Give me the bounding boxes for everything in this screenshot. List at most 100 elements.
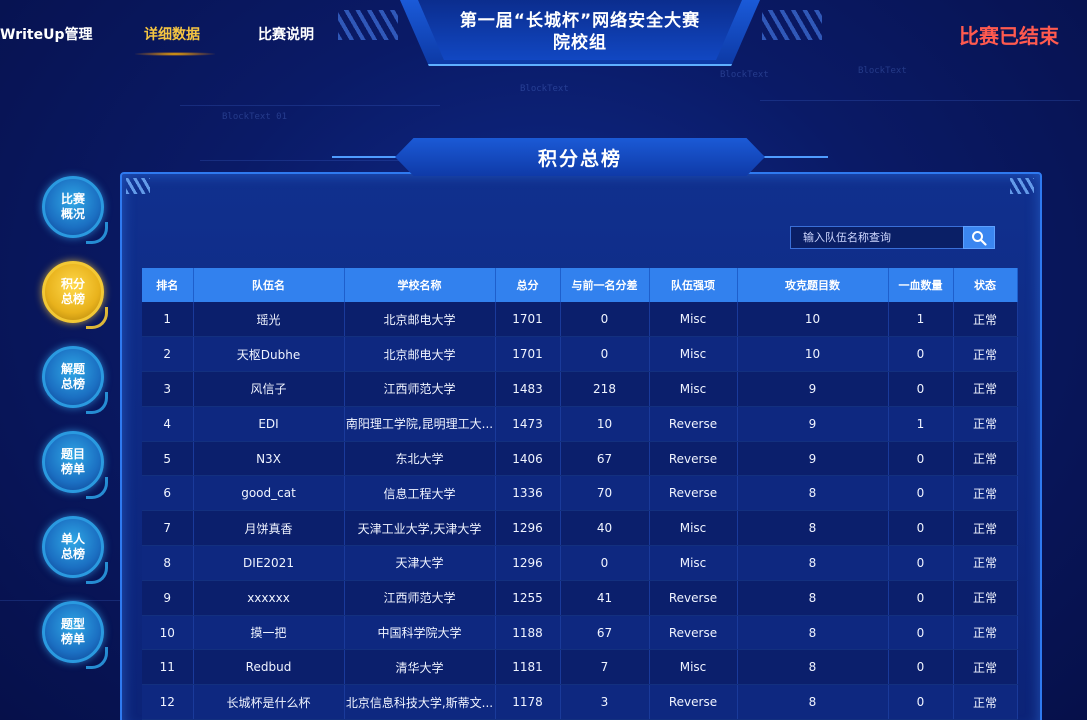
table-row[interactable]: 1 瑶光 北京邮电大学 1701 0 Misc 10 1 正常 (142, 302, 1018, 338)
table-header-col-status: 状态 (953, 268, 1018, 302)
table-row[interactable]: 7 月饼真香 天津工业大学,天津大学 1296 40 Misc 8 0 正常 (142, 510, 1018, 547)
table-cell-first-blood: 0 (888, 371, 954, 407)
table-cell-strength: Reverse (649, 684, 738, 720)
table-cell-score: 1255 (495, 580, 561, 616)
sidebar-item-label: 比赛概况 (60, 192, 85, 221)
table-cell-team: 月饼真香 (193, 510, 345, 547)
table-cell-rank: 3 (142, 371, 194, 407)
table-row[interactable]: 8 DIE2021 天津大学 1296 0 Misc 8 0 正常 (142, 545, 1018, 581)
table-cell-diff: 0 (560, 336, 650, 373)
title-stripes-right (762, 10, 822, 40)
table-cell-first-blood: 0 (888, 684, 954, 720)
table-cell-school: 中国科学院大学 (344, 615, 496, 651)
sidebar-item-score-board[interactable]: 积分总榜 (42, 261, 104, 323)
panel-corner-decoration (126, 178, 150, 194)
search-button[interactable] (963, 226, 995, 249)
table-cell-rank: 8 (142, 545, 194, 581)
nav-writeup[interactable]: WriteUp管理 (0, 24, 92, 44)
table-cell-strength: Misc (649, 510, 738, 547)
table-row[interactable]: 11 Redbud 清华大学 1181 7 Misc 8 0 正常 (142, 649, 1018, 686)
table-row[interactable]: 9 xxxxxx 江西师范大学 1255 41 Reverse 8 0 正常 (142, 580, 1018, 616)
table-cell-team: EDI (193, 406, 345, 442)
sidebar-item-challenge-board[interactable]: 题目榜单 (42, 431, 104, 493)
table-cell-solved: 9 (737, 371, 889, 407)
table-cell-school: 北京邮电大学 (344, 302, 496, 338)
table-cell-status: 正常 (953, 545, 1018, 581)
table-cell-solved: 10 (737, 302, 889, 338)
sidebar-item-overview[interactable]: 比赛概况 (42, 176, 104, 238)
table-cell-strength: Misc (649, 336, 738, 373)
table-cell-solved: 9 (737, 441, 889, 477)
table-cell-school: 北京信息科技大学,斯蒂文... (344, 684, 496, 720)
table-row[interactable]: 10 摸一把 中国科学院大学 1188 67 Reverse 8 0 正常 (142, 615, 1018, 651)
table-header-col-team: 队伍名 (193, 268, 345, 302)
table-cell-score: 1701 (495, 336, 561, 373)
table-cell-rank: 2 (142, 336, 194, 373)
sidebar-item-category-board[interactable]: 题型榜单 (42, 601, 104, 663)
bg-text: BlockText (720, 70, 769, 80)
table-cell-status: 正常 (953, 371, 1018, 407)
table-row[interactable]: 3 风信子 江西师范大学 1483 218 Misc 9 0 正常 (142, 371, 1018, 407)
panel-corner-decoration (1010, 178, 1034, 194)
table-header-col-solved: 攻克题目数 (737, 268, 889, 302)
table-cell-score: 1296 (495, 510, 561, 547)
table-header-col-first-blood: 一血数量 (888, 268, 954, 302)
table-cell-first-blood: 0 (888, 649, 954, 686)
table-cell-score: 1178 (495, 684, 561, 720)
table-cell-rank: 10 (142, 615, 194, 651)
table-cell-first-blood: 1 (888, 406, 954, 442)
table-row[interactable]: 2 天枢Dubhe 北京邮电大学 1701 0 Misc 10 0 正常 (142, 336, 1018, 373)
table-cell-score: 1188 (495, 615, 561, 651)
table-cell-rank: 9 (142, 580, 194, 616)
table-cell-strength: Reverse (649, 580, 738, 616)
table-cell-first-blood: 0 (888, 580, 954, 616)
table-body: 1 瑶光 北京邮电大学 1701 0 Misc 10 1 正常 2 天枢Dubhe 北京邮电大学 170… (142, 302, 1018, 720)
table-cell-diff: 41 (560, 580, 650, 616)
table-cell-status: 正常 (953, 441, 1018, 477)
table-cell-team: Redbud (193, 649, 345, 686)
table-cell-rank: 7 (142, 510, 194, 547)
table-cell-first-blood: 0 (888, 475, 954, 512)
table-cell-status: 正常 (953, 302, 1018, 338)
table-cell-rank: 11 (142, 649, 194, 686)
scoreboard-table: 排名 队伍名 学校名称 总分 与前一名分差 队伍强项 攻克题目数 一血数量 状态 1 瑶光 北京邮电… (142, 268, 1018, 720)
table-cell-school: 清华大学 (344, 649, 496, 686)
table-row[interactable]: 12 长城杯是什么杯 北京信息科技大学,斯蒂文... 1178 3 Reverse 8 0 正常 (142, 684, 1018, 720)
table-row[interactable]: 4 EDI 南阳理工学院,昆明理工大... 1473 10 Reverse 9 1 正常 (142, 406, 1018, 442)
table-cell-solved: 8 (737, 684, 889, 720)
nav-rules[interactable]: 比赛说明 (258, 24, 314, 44)
table-cell-school: 信息工程大学 (344, 475, 496, 512)
table-header-col-school: 学校名称 (344, 268, 496, 302)
table-row[interactable]: 5 N3X 东北大学 1406 67 Reverse 9 0 正常 (142, 441, 1018, 477)
table-cell-team: 天枢Dubhe (193, 336, 345, 373)
table-cell-team: 瑶光 (193, 302, 345, 338)
table-row[interactable]: 6 good_cat 信息工程大学 1336 70 Reverse 8 0 正常 (142, 475, 1018, 512)
table-cell-first-blood: 0 (888, 510, 954, 547)
bg-text: BlockText 01 (222, 112, 288, 122)
table-cell-solved: 8 (737, 580, 889, 616)
table-header-col-score: 总分 (495, 268, 561, 302)
table-cell-solved: 10 (737, 336, 889, 373)
table-cell-diff: 70 (560, 475, 650, 512)
sidebar-item-solve-board[interactable]: 解题总榜 (42, 346, 104, 408)
table-header-col-strength: 队伍强项 (649, 268, 738, 302)
nav-details[interactable]: 详细数据 (144, 24, 200, 44)
table-cell-team: DIE2021 (193, 545, 345, 581)
bg-text: BlockText (520, 84, 569, 94)
panel-title-wing (758, 156, 828, 158)
table-cell-status: 正常 (953, 336, 1018, 373)
table-cell-school: 江西师范大学 (344, 371, 496, 407)
sidebar-item-individual-board[interactable]: 单人总榜 (42, 516, 104, 578)
table-cell-school: 东北大学 (344, 441, 496, 477)
table-cell-diff: 3 (560, 684, 650, 720)
team-search-input[interactable]: 输入队伍名称查询 (790, 226, 964, 249)
table-cell-diff: 0 (560, 545, 650, 581)
table-cell-first-blood: 1 (888, 302, 954, 338)
table-cell-diff: 7 (560, 649, 650, 686)
table-cell-rank: 1 (142, 302, 194, 338)
table-cell-strength: Misc (649, 302, 738, 338)
panel-title-badge: 积分总榜 (395, 138, 765, 176)
table-header-col-diff: 与前一名分差 (560, 268, 650, 302)
table-cell-solved: 8 (737, 475, 889, 512)
sidebar-item-label: 单人总榜 (60, 532, 85, 561)
